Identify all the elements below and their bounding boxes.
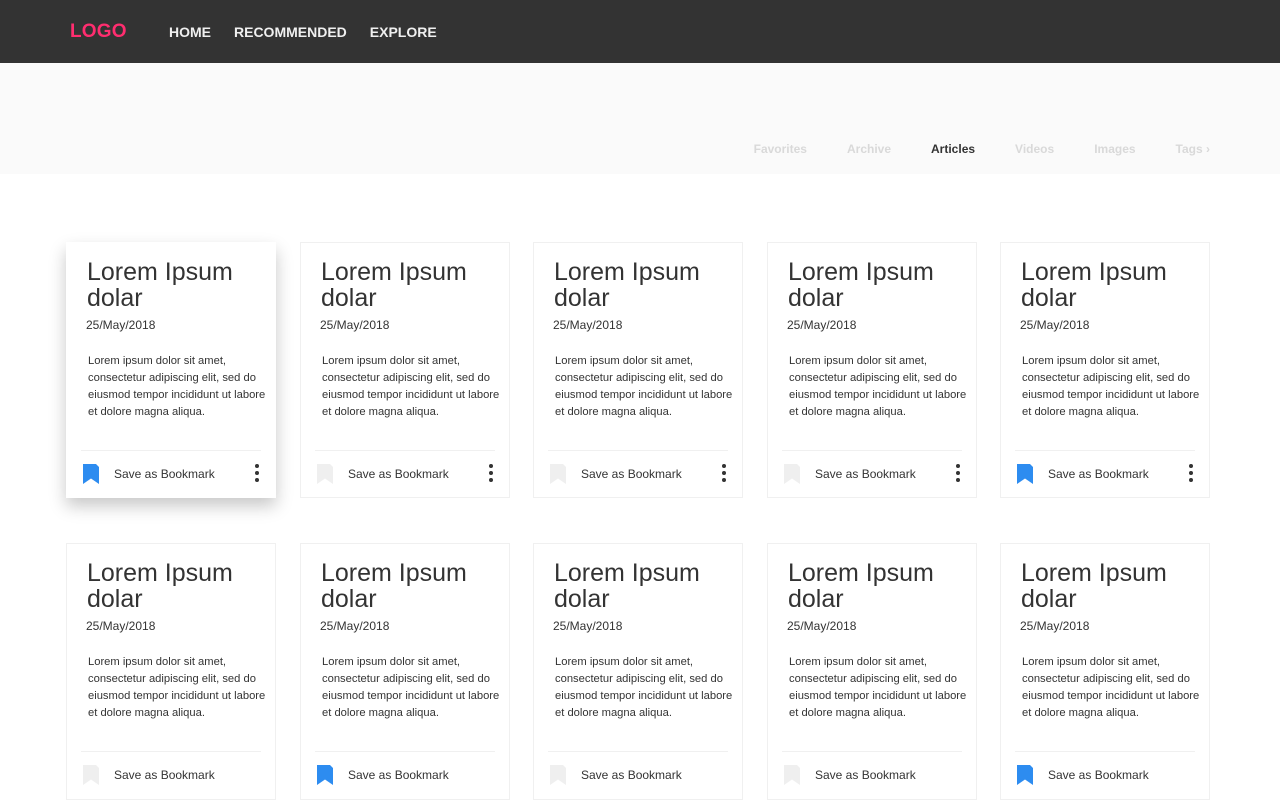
more-options-icon[interactable] <box>720 464 728 482</box>
card-title: Lorem Ipsum dolar <box>321 258 467 312</box>
card-divider <box>315 450 495 451</box>
card-date: 25/May/2018 <box>787 619 857 633</box>
article-card[interactable]: Lorem Ipsum dolar 25/May/2018 Lorem ipsum … <box>767 543 977 800</box>
card-title: Lorem Ipsum dolar <box>321 559 467 613</box>
card-date: 25/May/2018 <box>320 619 390 633</box>
card-excerpt: Lorem ipsum dolor sit amet, consectetur … <box>322 355 500 418</box>
sub-header: Favorites Archive Articles Videos Images… <box>0 63 1280 174</box>
article-card[interactable]: Lorem Ipsum dolar 25/May/2018 Lorem ipsum … <box>767 242 977 498</box>
card-date: 25/May/2018 <box>86 619 156 633</box>
save-bookmark-button[interactable]: Save as Bookmark <box>581 467 682 481</box>
top-navigation-bar: LOGO HOME RECOMMENDED EXPLORE <box>0 0 1280 63</box>
card-divider <box>81 450 261 451</box>
card-divider <box>548 751 728 752</box>
card-divider <box>782 751 962 752</box>
card-excerpt: Lorem ipsum dolor sit amet, consectetur … <box>1022 656 1200 719</box>
bookmark-icon[interactable] <box>549 464 567 484</box>
card-divider <box>315 751 495 752</box>
bookmark-icon[interactable] <box>82 765 100 785</box>
bookmark-icon[interactable] <box>783 765 801 785</box>
tab-articles[interactable]: Articles <box>931 142 975 156</box>
tab-favorites[interactable]: Favorites <box>754 142 807 156</box>
save-bookmark-button[interactable]: Save as Bookmark <box>815 768 916 782</box>
card-divider <box>548 450 728 451</box>
card-divider <box>1015 450 1195 451</box>
card-title: Lorem Ipsum dolar <box>87 258 233 312</box>
card-title: Lorem Ipsum dolar <box>1021 258 1167 312</box>
bookmark-icon[interactable] <box>783 464 801 484</box>
card-date: 25/May/2018 <box>1020 318 1090 332</box>
card-excerpt: Lorem ipsum dolor sit amet, consectetur … <box>555 656 733 719</box>
logo[interactable]: LOGO <box>70 21 127 43</box>
bookmark-icon[interactable] <box>316 765 334 785</box>
article-card[interactable]: Lorem Ipsum dolar 25/May/2018 Lorem ipsum … <box>533 242 743 498</box>
save-bookmark-button[interactable]: Save as Bookmark <box>1048 768 1149 782</box>
nav-item-home[interactable]: HOME <box>169 24 211 40</box>
article-card[interactable]: Lorem Ipsum dolar 25/May/2018 Lorem ipsum … <box>66 543 276 800</box>
save-bookmark-button[interactable]: Save as Bookmark <box>114 768 215 782</box>
more-options-icon[interactable] <box>487 464 495 482</box>
tab-archive[interactable]: Archive <box>847 142 891 156</box>
tab-images[interactable]: Images <box>1094 142 1135 156</box>
more-options-icon[interactable] <box>954 464 962 482</box>
tab-videos[interactable]: Videos <box>1015 142 1054 156</box>
bookmark-icon[interactable] <box>1016 765 1034 785</box>
card-date: 25/May/2018 <box>553 619 623 633</box>
save-bookmark-button[interactable]: Save as Bookmark <box>348 467 449 481</box>
article-card[interactable]: Lorem Ipsum dolar 25/May/2018 Lorem ipsum … <box>66 242 276 498</box>
card-title: Lorem Ipsum dolar <box>87 559 233 613</box>
card-title: Lorem Ipsum dolar <box>1021 559 1167 613</box>
card-excerpt: Lorem ipsum dolor sit amet, consectetur … <box>1022 355 1200 418</box>
card-date: 25/May/2018 <box>320 318 390 332</box>
card-excerpt: Lorem ipsum dolor sit amet, consectetur … <box>88 656 266 719</box>
card-excerpt: Lorem ipsum dolor sit amet, consectetur … <box>322 656 500 719</box>
save-bookmark-button[interactable]: Save as Bookmark <box>581 768 682 782</box>
card-date: 25/May/2018 <box>553 318 623 332</box>
article-card[interactable]: Lorem Ipsum dolar 25/May/2018 Lorem ipsum … <box>533 543 743 800</box>
save-bookmark-button[interactable]: Save as Bookmark <box>114 467 215 481</box>
save-bookmark-button[interactable]: Save as Bookmark <box>348 768 449 782</box>
card-excerpt: Lorem ipsum dolor sit amet, consectetur … <box>789 355 967 418</box>
card-divider <box>1015 751 1195 752</box>
bookmark-icon[interactable] <box>316 464 334 484</box>
card-excerpt: Lorem ipsum dolor sit amet, consectetur … <box>789 656 967 719</box>
card-date: 25/May/2018 <box>1020 619 1090 633</box>
card-title: Lorem Ipsum dolar <box>554 258 700 312</box>
card-title: Lorem Ipsum dolar <box>554 559 700 613</box>
main-nav: HOME RECOMMENDED EXPLORE <box>169 24 460 40</box>
more-options-icon[interactable] <box>1187 464 1195 482</box>
nav-item-explore[interactable]: EXPLORE <box>370 24 437 40</box>
save-bookmark-button[interactable]: Save as Bookmark <box>815 467 916 481</box>
article-card[interactable]: Lorem Ipsum dolar 25/May/2018 Lorem ipsum … <box>1000 242 1210 498</box>
bookmark-icon[interactable] <box>1016 464 1034 484</box>
tab-tags[interactable]: Tags › <box>1176 142 1210 156</box>
filter-tabs: Favorites Archive Articles Videos Images… <box>714 142 1210 156</box>
article-card[interactable]: Lorem Ipsum dolar 25/May/2018 Lorem ipsum … <box>300 543 510 800</box>
article-card[interactable]: Lorem Ipsum dolar 25/May/2018 Lorem ipsum … <box>300 242 510 498</box>
article-card[interactable]: Lorem Ipsum dolar 25/May/2018 Lorem ipsum … <box>1000 543 1210 800</box>
card-divider <box>782 450 962 451</box>
bookmark-icon[interactable] <box>82 464 100 484</box>
more-options-icon[interactable] <box>253 464 261 482</box>
save-bookmark-button[interactable]: Save as Bookmark <box>1048 467 1149 481</box>
nav-item-recommended[interactable]: RECOMMENDED <box>234 24 347 40</box>
card-date: 25/May/2018 <box>86 318 156 332</box>
card-divider <box>81 751 261 752</box>
card-title: Lorem Ipsum dolar <box>788 559 934 613</box>
bookmark-icon[interactable] <box>549 765 567 785</box>
card-title: Lorem Ipsum dolar <box>788 258 934 312</box>
card-excerpt: Lorem ipsum dolor sit amet, consectetur … <box>555 355 733 418</box>
card-excerpt: Lorem ipsum dolor sit amet, consectetur … <box>88 355 266 418</box>
card-date: 25/May/2018 <box>787 318 857 332</box>
